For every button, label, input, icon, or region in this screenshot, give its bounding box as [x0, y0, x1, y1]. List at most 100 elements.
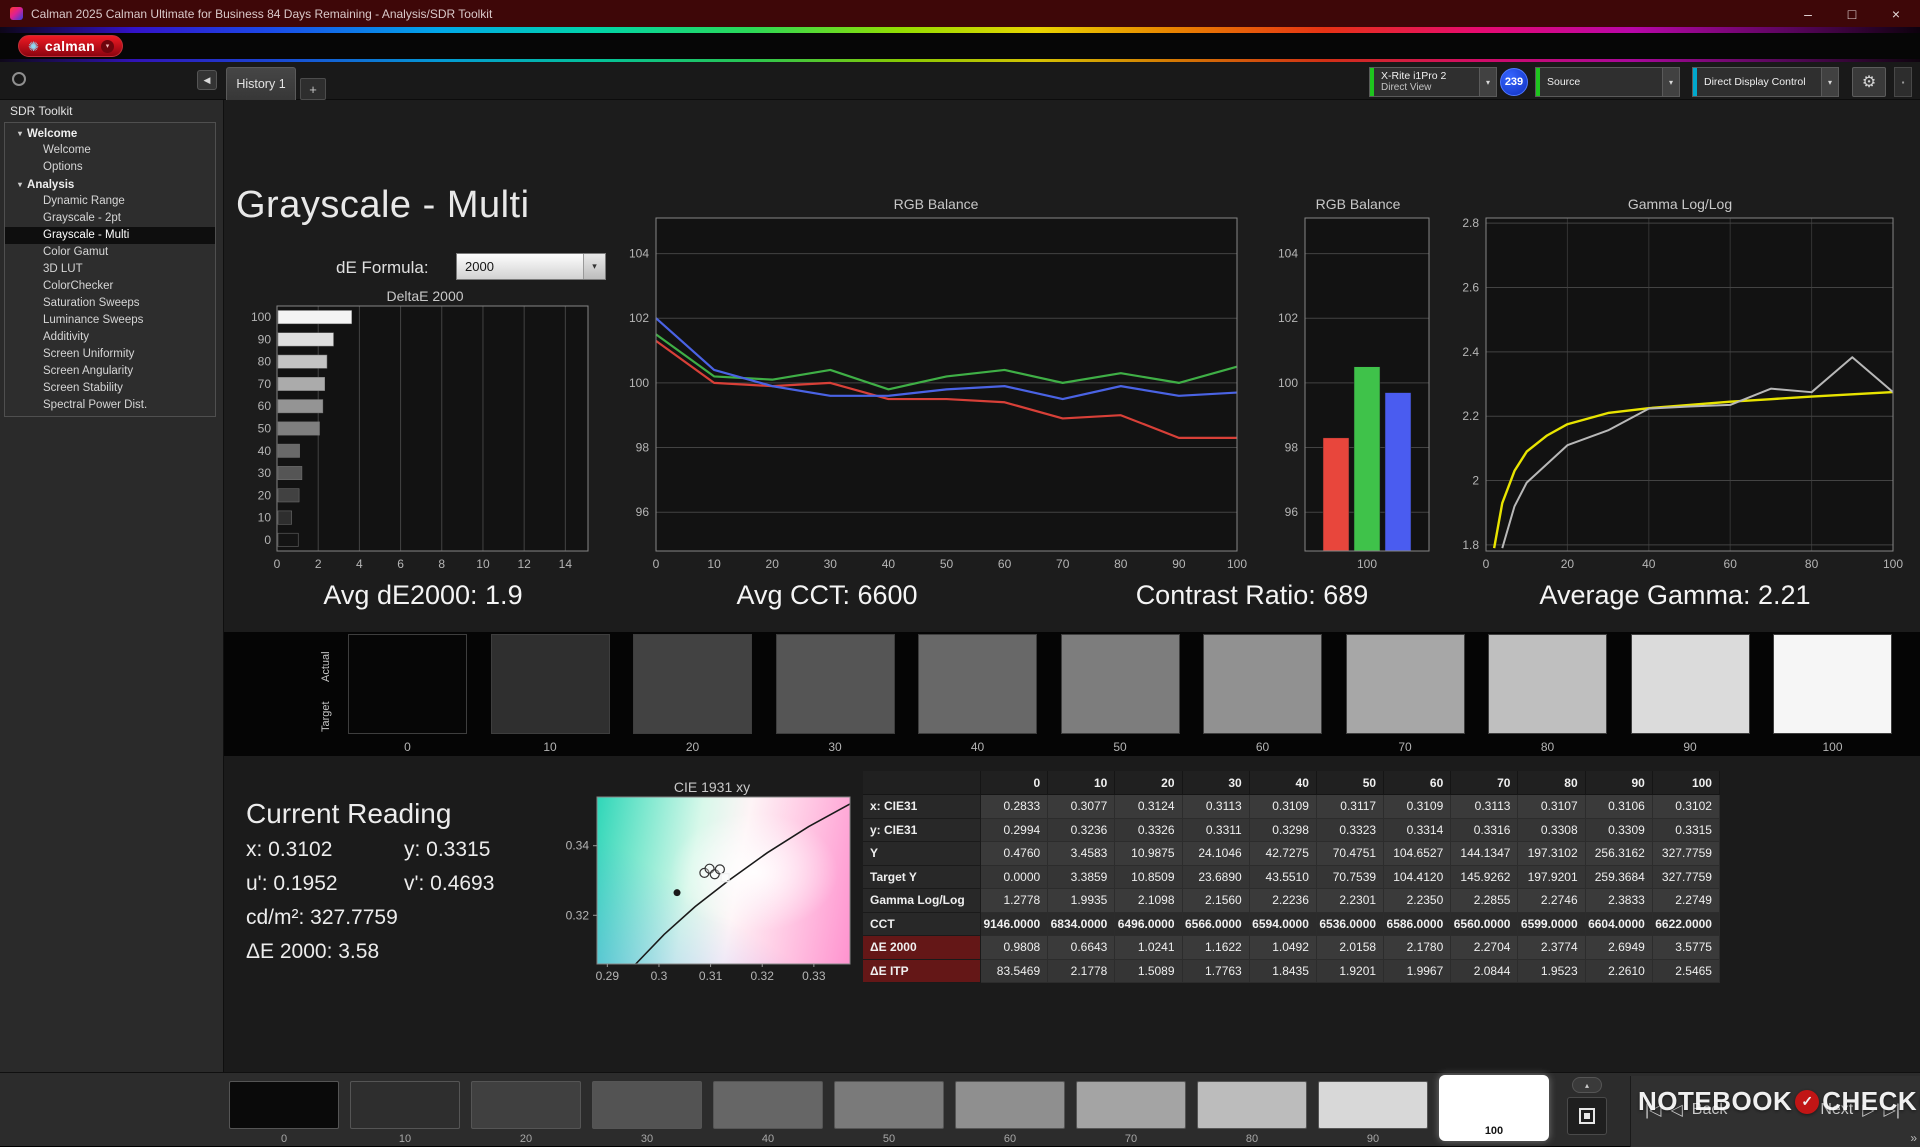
svg-text:0.34: 0.34: [566, 839, 590, 853]
svg-text:40: 40: [1642, 557, 1656, 571]
table-cell: 0.3315: [1653, 819, 1720, 843]
watermark-check-icon: ✓: [1795, 1090, 1819, 1114]
reading-value: x: 0.3102: [246, 838, 404, 862]
sidebar: SDR Toolkit ▾WelcomeWelcomeOptions▾Analy…: [0, 100, 224, 1072]
sidebar-item-3d-lut[interactable]: 3D LUT: [5, 261, 215, 278]
source-dropdown[interactable]: Source ▾: [1535, 67, 1680, 97]
tree-group-analysis[interactable]: ▾Analysis: [5, 176, 215, 193]
close-button[interactable]: ×: [1876, 0, 1916, 27]
table-row-label: Target Y: [863, 866, 981, 890]
logo-bar: ✺ calman ▾: [0, 33, 1920, 59]
sidebar-item-dynamic-range[interactable]: Dynamic Range: [5, 193, 215, 210]
tab-history[interactable]: History 1: [226, 67, 296, 100]
grayscale-swatch-30: [776, 634, 895, 734]
sidebar-item-colorchecker[interactable]: ColorChecker: [5, 278, 215, 295]
current-reading-values: x: 0.3102y: 0.3315u': 0.1952v': 0.4693cd…: [246, 838, 494, 974]
table-row-label: ΔE 2000: [863, 936, 981, 960]
table-cell: 0.3316: [1451, 819, 1518, 843]
svg-text:0.32: 0.32: [566, 908, 590, 922]
chevron-down-icon[interactable]: ▾: [101, 40, 114, 53]
sidebar-item-grayscale-multi[interactable]: Grayscale - Multi: [5, 227, 215, 244]
more-icon[interactable]: »: [1910, 1131, 1917, 1145]
test-patch-0[interactable]: [229, 1081, 339, 1129]
patch-level-label: 20: [471, 1133, 581, 1145]
tree-group-welcome[interactable]: ▾Welcome: [5, 125, 215, 142]
sidebar-item-color-gamut[interactable]: Color Gamut: [5, 244, 215, 261]
sidebar-item-screen-angularity[interactable]: Screen Angularity: [5, 363, 215, 380]
test-patch-70[interactable]: [1076, 1081, 1186, 1129]
sidebar-item-screen-stability[interactable]: Screen Stability: [5, 380, 215, 397]
expand-up-button[interactable]: ▴: [1572, 1077, 1602, 1093]
chevron-down-icon[interactable]: ▾: [1662, 68, 1679, 96]
test-patch-60[interactable]: [955, 1081, 1065, 1129]
meter-dropdown[interactable]: X-Rite i1Pro 2 Direct View ▾: [1369, 67, 1497, 97]
svg-text:96: 96: [636, 505, 650, 519]
patch-level-label: 90: [1318, 1133, 1428, 1145]
svg-text:40: 40: [258, 444, 272, 458]
calman-menu-button[interactable]: ✺ calman ▾: [18, 35, 123, 57]
title-bar: Calman 2025 Calman Ultimate for Business…: [0, 0, 1920, 27]
settings-gear-button[interactable]: ⚙: [1852, 67, 1886, 97]
svg-text:102: 102: [1278, 311, 1298, 325]
table-cell: 0.3109: [1250, 795, 1317, 819]
sidebar-item-welcome[interactable]: Welcome: [5, 142, 215, 159]
add-tab-button[interactable]: +: [300, 78, 326, 100]
svg-text:96: 96: [1285, 505, 1299, 519]
table-corner: [863, 771, 981, 795]
table-row-label: CCT: [863, 913, 981, 937]
sidebar-item-grayscale-2pt[interactable]: Grayscale - 2pt: [5, 210, 215, 227]
avg-gamma-stat: Average Gamma: 2.21: [1539, 580, 1810, 611]
table-cell: 2.0158: [1317, 936, 1384, 960]
swatch-level-label: 50: [1061, 740, 1180, 754]
svg-text:0: 0: [264, 533, 271, 547]
table-cell: 1.5089: [1115, 960, 1182, 984]
svg-text:50: 50: [258, 422, 272, 436]
sidebar-collapse-button[interactable]: ◀: [197, 70, 217, 90]
maximize-button[interactable]: □: [1832, 0, 1872, 27]
sidebar-item-options[interactable]: Options: [5, 159, 215, 176]
watermark-text-2: CHECK: [1822, 1086, 1917, 1117]
measurement-table: 0102030405060708090100x: CIE310.28330.30…: [863, 771, 1720, 983]
swatch-level-label: 90: [1631, 740, 1750, 754]
sidebar-item-additivity[interactable]: Additivity: [5, 329, 215, 346]
source-label: Source: [1547, 76, 1662, 88]
svg-text:100: 100: [1357, 557, 1377, 571]
svg-text:104: 104: [629, 247, 649, 261]
svg-text:60: 60: [998, 557, 1012, 571]
test-patch-40[interactable]: [713, 1081, 823, 1129]
sidebar-item-spectral-power-dist[interactable]: Spectral Power Dist.: [5, 397, 215, 414]
sidebar-item-luminance-sweeps[interactable]: Luminance Sweeps: [5, 312, 215, 329]
swatch-level-label: 100: [1773, 740, 1892, 754]
table-cell: 144.1347: [1451, 842, 1518, 866]
swatch-level-label: 30: [776, 740, 895, 754]
table-col-header: 40: [1250, 771, 1317, 795]
panel-handle-button[interactable]: ▪: [1894, 67, 1912, 97]
table-row-x-cie31: x: CIE310.28330.30770.31240.31130.31090.…: [863, 795, 1720, 819]
table-cell: 83.5469: [981, 960, 1048, 984]
table-cell: 0.2994: [981, 819, 1048, 843]
reading-value: u': 0.1952: [246, 872, 404, 896]
minimize-button[interactable]: –: [1788, 0, 1828, 27]
chevron-down-icon[interactable]: ▾: [1821, 68, 1838, 96]
rgb-balance-line-title: RGB Balance: [894, 196, 979, 212]
table-cell: 2.5465: [1653, 960, 1720, 984]
test-patch-30[interactable]: [592, 1081, 702, 1129]
test-patch-20[interactable]: [471, 1081, 581, 1129]
svg-text:2.4: 2.4: [1462, 345, 1479, 359]
target-row-label: Target: [320, 694, 332, 740]
test-patch-90[interactable]: [1318, 1081, 1428, 1129]
chevron-down-icon[interactable]: ▾: [1479, 68, 1496, 96]
sidebar-item-saturation-sweeps[interactable]: Saturation Sweeps: [5, 295, 215, 312]
table-row-gamma-log-log: Gamma Log/Log1.27781.99352.10982.15602.2…: [863, 889, 1720, 913]
de-formula-select[interactable]: 2000 ▾: [456, 253, 606, 280]
display-control-dropdown[interactable]: Direct Display Control ▾: [1692, 67, 1839, 97]
reading-value: cd/m²: 327.7759: [246, 906, 404, 930]
table-cell: 104.6527: [1384, 842, 1451, 866]
sidebar-item-screen-uniformity[interactable]: Screen Uniformity: [5, 346, 215, 363]
rgb-balance-bar-chart: 9698100102104100: [1250, 212, 1442, 572]
test-patch-80[interactable]: [1197, 1081, 1307, 1129]
test-patch-50[interactable]: [834, 1081, 944, 1129]
rgb-balance-bar-title: RGB Balance: [1316, 196, 1401, 212]
test-patch-10[interactable]: [350, 1081, 460, 1129]
patch-window-button[interactable]: [1567, 1097, 1607, 1135]
